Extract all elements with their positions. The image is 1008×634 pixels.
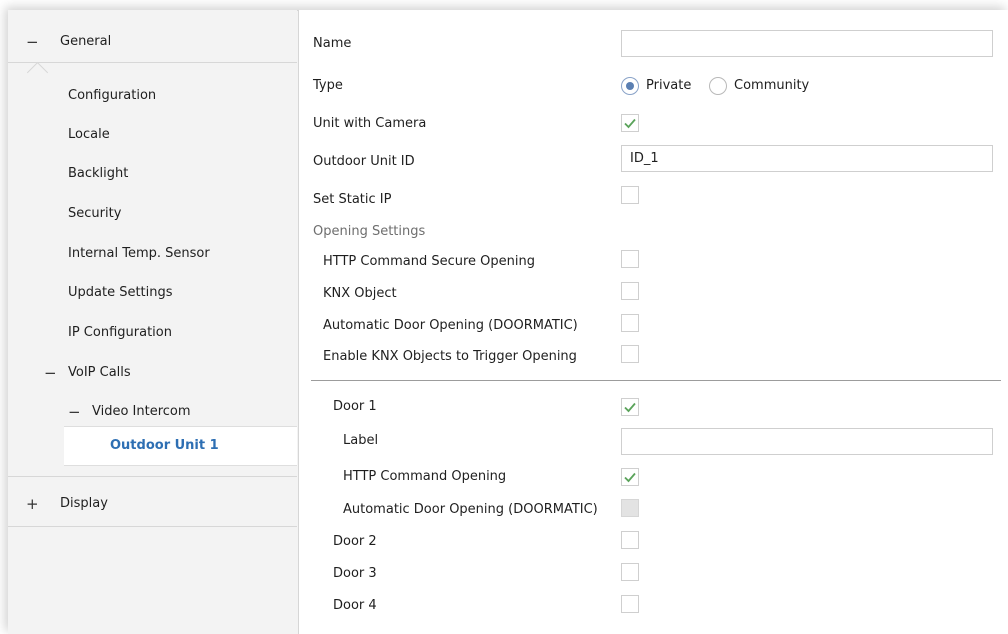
door-1-label-field-label: Label: [343, 433, 379, 448]
door-3-label: Door 3: [333, 566, 377, 581]
tree-item-outdoor-unit-1[interactable]: Outdoor Unit 1: [64, 426, 297, 466]
name-label: Name: [313, 36, 352, 51]
door-1-label: Door 1: [333, 399, 377, 414]
tree-item-label: Display: [60, 496, 108, 511]
auto-door-opening-checkbox[interactable]: [621, 314, 639, 332]
set-static-ip-label: Set Static IP: [313, 192, 392, 207]
sidebar-tree: − General Configuration Locale Backlight…: [8, 10, 297, 634]
opening-settings-heading: Opening Settings: [313, 224, 426, 239]
tree-item-label: VoIP Calls: [68, 365, 131, 380]
door-4-label: Door 4: [333, 598, 377, 613]
type-label: Type: [313, 78, 343, 93]
outdoor-unit-id-label: Outdoor Unit ID: [313, 154, 415, 169]
checkmark-icon: [624, 118, 636, 129]
caret-pointer-icon: [26, 61, 49, 84]
knx-object-label: KNX Object: [323, 286, 397, 301]
type-private-label: Private: [646, 78, 692, 93]
set-static-ip-checkbox[interactable]: [621, 186, 639, 204]
http-secure-opening-checkbox[interactable]: [621, 250, 639, 268]
tree-item-label: IP Configuration: [68, 325, 172, 340]
tree-item-label: Locale: [68, 127, 110, 142]
collapse-icon[interactable]: −: [26, 24, 39, 60]
type-community-radio[interactable]: [709, 77, 727, 95]
knx-object-checkbox[interactable]: [621, 282, 639, 300]
tree-item-label: Security: [68, 206, 122, 221]
enable-knx-objects-checkbox[interactable]: [621, 345, 639, 363]
tree-item-label: Backlight: [68, 166, 129, 181]
type-community-label: Community: [734, 78, 810, 93]
unit-with-camera-checkbox[interactable]: [621, 114, 639, 132]
door-1-auto-opening-label: Automatic Door Opening (DOORMATIC): [343, 502, 598, 517]
tree-item-label: Update Settings: [68, 285, 173, 300]
tree-item-label: Outdoor Unit 1: [110, 438, 219, 453]
separator: [8, 526, 297, 527]
checkmark-icon: [624, 472, 636, 483]
tree-item-label: General: [60, 34, 112, 49]
door-2-checkbox[interactable]: [621, 531, 639, 549]
auto-door-opening-label: Automatic Door Opening (DOORMATIC): [323, 318, 578, 333]
radio-dot: [626, 82, 634, 90]
tree-item-label: Internal Temp. Sensor: [68, 246, 210, 261]
separator: [8, 62, 297, 63]
expand-icon[interactable]: +: [26, 486, 39, 522]
door-1-checkbox[interactable]: [621, 398, 639, 416]
separator: [8, 476, 297, 477]
door-1-label-input[interactable]: [621, 428, 993, 455]
tree-item-label: Configuration: [68, 88, 157, 103]
collapse-icon[interactable]: −: [68, 394, 81, 430]
unit-with-camera-label: Unit with Camera: [313, 116, 427, 131]
type-private-radio[interactable]: [621, 77, 639, 95]
http-secure-opening-label: HTTP Command Secure Opening: [323, 254, 535, 269]
checkmark-icon: [624, 402, 636, 413]
outdoor-unit-id-input[interactable]: ID_1: [621, 145, 993, 172]
enable-knx-objects-label: Enable KNX Objects to Trigger Opening: [323, 349, 577, 364]
section-divider: [311, 380, 1001, 381]
door-1-auto-opening-checkbox: [621, 499, 639, 517]
name-input[interactable]: [621, 30, 993, 57]
door-3-checkbox[interactable]: [621, 563, 639, 581]
tree-item-label: Video Intercom: [92, 404, 191, 419]
door-1-http-opening-label: HTTP Command Opening: [343, 469, 507, 484]
collapse-icon[interactable]: −: [44, 355, 57, 391]
door-4-checkbox[interactable]: [621, 595, 639, 613]
door-1-http-opening-checkbox[interactable]: [621, 468, 639, 486]
settings-panel: Name Type Private Community Unit with Ca…: [298, 10, 1008, 634]
door-2-label: Door 2: [333, 534, 377, 549]
